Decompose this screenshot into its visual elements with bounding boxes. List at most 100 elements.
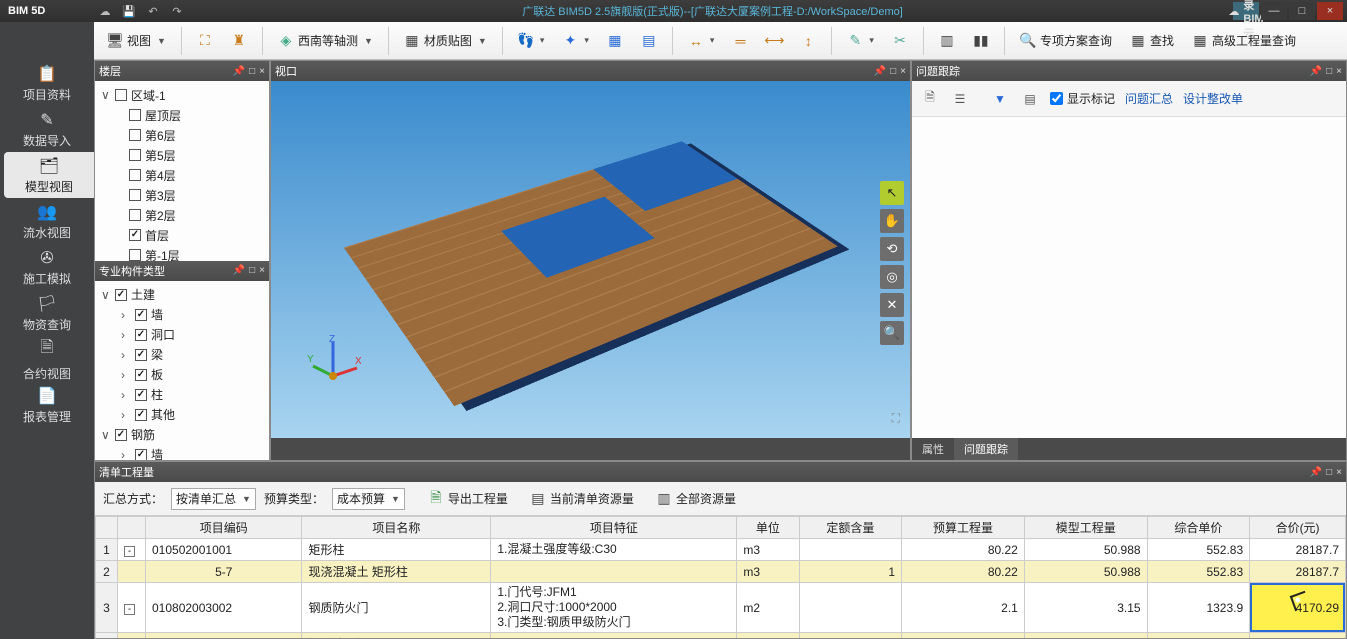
- section-tool-icon[interactable]: ✕: [880, 293, 904, 317]
- budget-type-combo[interactable]: 成本预算▼: [332, 488, 405, 510]
- crane-button[interactable]: ♜: [224, 29, 254, 53]
- maximize-icon[interactable]: □: [890, 66, 896, 77]
- tree-root-label[interactable]: 区域-1: [131, 87, 166, 104]
- grid-button[interactable]: ▦: [600, 29, 630, 53]
- expand-cell[interactable]: -: [118, 539, 146, 561]
- nav-流水视图[interactable]: 👥流水视图: [0, 198, 94, 244]
- table-row[interactable]: 1-010502001001矩形柱1.混凝土强度等级:C30m380.2250.…: [96, 539, 1346, 561]
- floor-checkbox[interactable]: [129, 189, 141, 201]
- pin-icon[interactable]: 📌: [233, 66, 245, 77]
- column-button[interactable]: ▮▮: [966, 29, 996, 53]
- table-row[interactable]: 25-7现浇混凝土 矩形柱m3180.2250.988552.8328187.7: [96, 561, 1346, 583]
- undo-icon[interactable]: ↶: [144, 2, 162, 20]
- show-marker-checkbox[interactable]: 显示标记: [1050, 90, 1115, 107]
- tree-toggle-icon[interactable]: ∨: [101, 428, 111, 442]
- component-group[interactable]: ∨土建: [101, 285, 263, 305]
- floor-item[interactable]: 第6层: [129, 125, 263, 145]
- component-group[interactable]: ∨钢筋: [101, 425, 263, 445]
- component-item[interactable]: ›墙: [121, 445, 263, 461]
- floor-checkbox[interactable]: [129, 109, 141, 121]
- pin-icon[interactable]: 📌: [874, 66, 886, 77]
- notes-icon[interactable]: ▤: [1020, 87, 1040, 111]
- close-button[interactable]: ×: [1317, 2, 1343, 20]
- group-checkbox[interactable]: [115, 289, 127, 301]
- floor-checkbox[interactable]: [129, 169, 141, 181]
- component-item[interactable]: ›其他: [121, 405, 263, 425]
- item-checkbox[interactable]: [135, 349, 147, 361]
- table-row[interactable]: 3-010802003002钢质防火门1.门代号:JFM12.洞口尺寸:1000…: [96, 583, 1346, 633]
- tree-expand-icon[interactable]: ›: [121, 328, 131, 342]
- col-header[interactable]: 综合单价: [1147, 517, 1250, 539]
- nav-施工模拟[interactable]: ✇施工模拟: [0, 244, 94, 290]
- current-resource-button[interactable]: ▤当前清单资源量: [523, 486, 641, 511]
- component-item[interactable]: ›板: [121, 365, 263, 385]
- floor-item[interactable]: 首层: [129, 225, 263, 245]
- tree-expand-icon[interactable]: ›: [121, 408, 131, 422]
- layers-button[interactable]: ▤: [634, 29, 664, 53]
- summary-mode-combo[interactable]: 按清单汇总▼: [171, 488, 256, 510]
- 3d-viewport[interactable]: ↖ ✋ ⟲ ◎ ✕ 🔍 X Y Z ⛶: [271, 81, 910, 438]
- floor-checkbox[interactable]: [129, 249, 141, 261]
- col-header[interactable]: 预算工程量: [902, 517, 1025, 539]
- col-header[interactable]: 项目编码: [146, 517, 302, 539]
- measure-2[interactable]: ═: [725, 29, 755, 53]
- tree-expand-icon[interactable]: ›: [121, 388, 131, 402]
- tree-expand-icon[interactable]: ›: [121, 308, 131, 322]
- nav-模型视图[interactable]: 🗂模型视图: [4, 152, 94, 198]
- pan-tool-icon[interactable]: ✋: [880, 209, 904, 233]
- maximize-icon[interactable]: □: [249, 66, 255, 77]
- pin-icon[interactable]: 📌: [1310, 66, 1322, 77]
- cloud-icon[interactable]: ☁: [96, 2, 114, 20]
- qty-table-wrap[interactable]: 项目编码项目名称项目特征单位定额含量预算工程量模型工程量综合单价合价(元) 1-…: [95, 516, 1346, 638]
- close-panel-icon[interactable]: ×: [1336, 66, 1342, 77]
- issue-tab[interactable]: 问题跟踪: [954, 438, 1018, 460]
- floor-checkbox[interactable]: [129, 229, 141, 241]
- new-doc-icon[interactable]: 🗎: [920, 87, 940, 111]
- measure-1[interactable]: ↔▾: [681, 29, 722, 53]
- col-header[interactable]: 模型工程量: [1024, 517, 1147, 539]
- component-item[interactable]: ›梁: [121, 345, 263, 365]
- floor-item[interactable]: 第4层: [129, 165, 263, 185]
- table-row[interactable]: 48-31钢质防火门m212.13.15923.342020.71: [96, 633, 1346, 639]
- measure-3[interactable]: ⟷: [759, 29, 789, 53]
- floor-item[interactable]: 第2层: [129, 205, 263, 225]
- tree-expand-icon[interactable]: ›: [121, 368, 131, 382]
- close-panel-icon[interactable]: ×: [1336, 467, 1342, 478]
- nav-项目资料[interactable]: 📋项目资料: [0, 60, 94, 106]
- nav-报表管理[interactable]: 📄报表管理: [0, 382, 94, 428]
- search-tool-icon[interactable]: 🔍: [880, 321, 904, 345]
- group-checkbox[interactable]: [115, 429, 127, 441]
- item-checkbox[interactable]: [135, 309, 147, 321]
- brush-1[interactable]: ✎▾: [840, 29, 881, 53]
- expand-cell[interactable]: -: [118, 583, 146, 633]
- maximize-icon[interactable]: □: [1326, 66, 1332, 77]
- item-checkbox[interactable]: [135, 329, 147, 341]
- item-checkbox[interactable]: [135, 389, 147, 401]
- floor-checkbox[interactable]: [129, 149, 141, 161]
- total-cell-highlight[interactable]: 4170.29: [1250, 583, 1346, 633]
- floor-item[interactable]: 第3层: [129, 185, 263, 205]
- search-button[interactable]: ▦查找: [1123, 28, 1181, 53]
- component-item[interactable]: ›柱: [121, 385, 263, 405]
- adv-qty-button[interactable]: ▦高级工程量查询: [1185, 28, 1303, 53]
- tree-expand-icon[interactable]: ›: [121, 448, 131, 461]
- item-checkbox[interactable]: [135, 449, 147, 461]
- person-button[interactable]: ✦▾: [555, 29, 596, 53]
- floor-checkbox[interactable]: [129, 209, 141, 221]
- minimize-button[interactable]: —: [1261, 2, 1287, 20]
- component-item[interactable]: ›洞口: [121, 325, 263, 345]
- maximize-icon[interactable]: □: [1326, 467, 1332, 478]
- floor-item[interactable]: 第-1层: [129, 245, 263, 261]
- expand-cell[interactable]: [118, 633, 146, 639]
- section-button[interactable]: ▥: [932, 29, 962, 53]
- axis-gizmo[interactable]: X Y Z: [305, 334, 361, 384]
- all-resource-button[interactable]: ▥全部资源量: [649, 486, 743, 511]
- list-icon[interactable]: ☰: [950, 87, 970, 111]
- orbit-tool-icon[interactable]: ⟲: [880, 237, 904, 261]
- tree-expand-icon[interactable]: ›: [121, 348, 131, 362]
- filter-icon[interactable]: ▼: [990, 87, 1010, 111]
- maximize-button[interactable]: □: [1289, 2, 1315, 20]
- close-panel-icon[interactable]: ×: [259, 265, 265, 276]
- pin-icon[interactable]: 📌: [233, 265, 245, 276]
- component-item[interactable]: ›墙: [121, 305, 263, 325]
